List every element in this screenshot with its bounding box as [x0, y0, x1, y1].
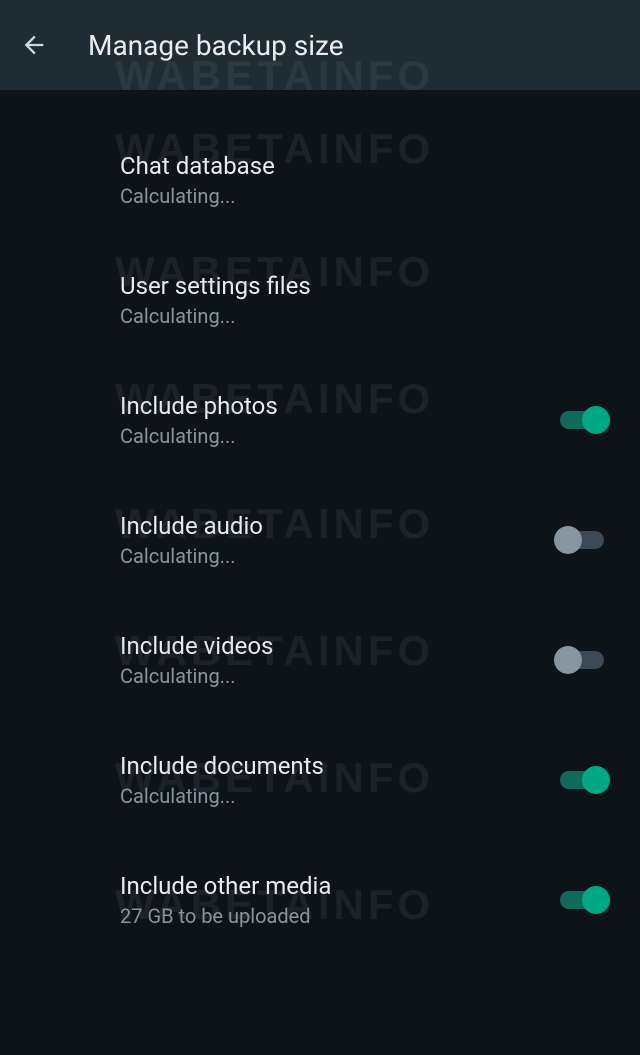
- back-icon[interactable]: [20, 31, 48, 59]
- setting-subtitle: Calculating...: [120, 664, 534, 688]
- setting-include-audio[interactable]: Include audio Calculating...: [0, 480, 640, 600]
- setting-subtitle: 27 GB to be uploaded: [120, 904, 534, 928]
- header: Manage backup size: [0, 0, 640, 90]
- settings-list: Chat database Calculating... User settin…: [0, 90, 640, 990]
- toggle-include-audio[interactable]: [554, 524, 610, 556]
- setting-title: Include videos: [120, 632, 534, 660]
- setting-subtitle: Calculating...: [120, 184, 610, 208]
- toggle-include-photos[interactable]: [554, 404, 610, 436]
- toggle-include-other-media[interactable]: [554, 884, 610, 916]
- setting-include-other-media[interactable]: Include other media 27 GB to be uploaded: [0, 840, 640, 960]
- setting-title: Include photos: [120, 392, 534, 420]
- setting-subtitle: Calculating...: [120, 304, 610, 328]
- setting-subtitle: Calculating...: [120, 784, 534, 808]
- setting-title: Include documents: [120, 752, 534, 780]
- setting-title: Chat database: [120, 152, 610, 180]
- setting-include-photos[interactable]: Include photos Calculating...: [0, 360, 640, 480]
- setting-include-videos[interactable]: Include videos Calculating...: [0, 600, 640, 720]
- page-title: Manage backup size: [88, 29, 344, 62]
- setting-title: User settings files: [120, 272, 610, 300]
- toggle-include-videos[interactable]: [554, 644, 610, 676]
- setting-subtitle: Calculating...: [120, 544, 534, 568]
- setting-include-documents[interactable]: Include documents Calculating...: [0, 720, 640, 840]
- setting-subtitle: Calculating...: [120, 424, 534, 448]
- setting-chat-database[interactable]: Chat database Calculating...: [0, 120, 640, 240]
- setting-title: Include other media: [120, 872, 534, 900]
- setting-title: Include audio: [120, 512, 534, 540]
- setting-user-settings-files[interactable]: User settings files Calculating...: [0, 240, 640, 360]
- toggle-include-documents[interactable]: [554, 764, 610, 796]
